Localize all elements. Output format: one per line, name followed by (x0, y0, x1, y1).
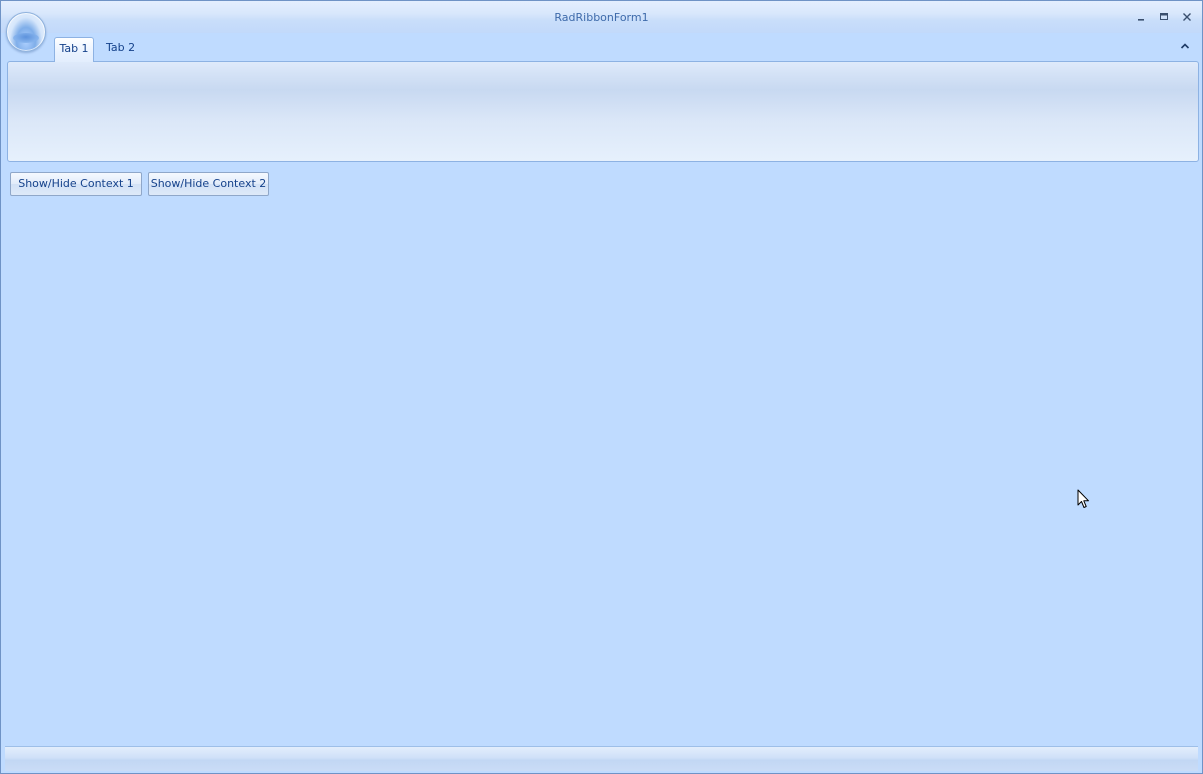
show-hide-context-2-button[interactable]: Show/Hide Context 2 (148, 172, 269, 196)
ribbon-tab-strip: Tab 1 Tab 2 (1, 33, 1202, 62)
title-bar[interactable]: RadRibbonForm1 (1, 1, 1202, 33)
minimize-button[interactable] (1131, 9, 1151, 25)
ribbon-content-panel (7, 61, 1199, 162)
application-menu-button[interactable] (6, 12, 46, 52)
ribbon-form-window: RadRibbonForm1 Tab 1 Tab 2 Show/Hide Con… (0, 0, 1203, 774)
minimize-icon (1136, 12, 1146, 22)
maximize-icon (1159, 12, 1169, 22)
window-title: RadRibbonForm1 (554, 11, 649, 24)
close-icon (1182, 12, 1192, 22)
mouse-pointer-icon (1077, 489, 1091, 509)
maximize-button[interactable] (1154, 9, 1174, 25)
show-hide-context-1-button[interactable]: Show/Hide Context 1 (10, 172, 142, 196)
tab-1[interactable]: Tab 1 (54, 37, 94, 62)
status-bar (5, 746, 1198, 771)
tab-2[interactable]: Tab 2 (100, 37, 141, 62)
ribbon-collapse-button[interactable] (1177, 39, 1193, 53)
chevron-up-icon (1180, 40, 1190, 53)
close-button[interactable] (1177, 9, 1197, 25)
